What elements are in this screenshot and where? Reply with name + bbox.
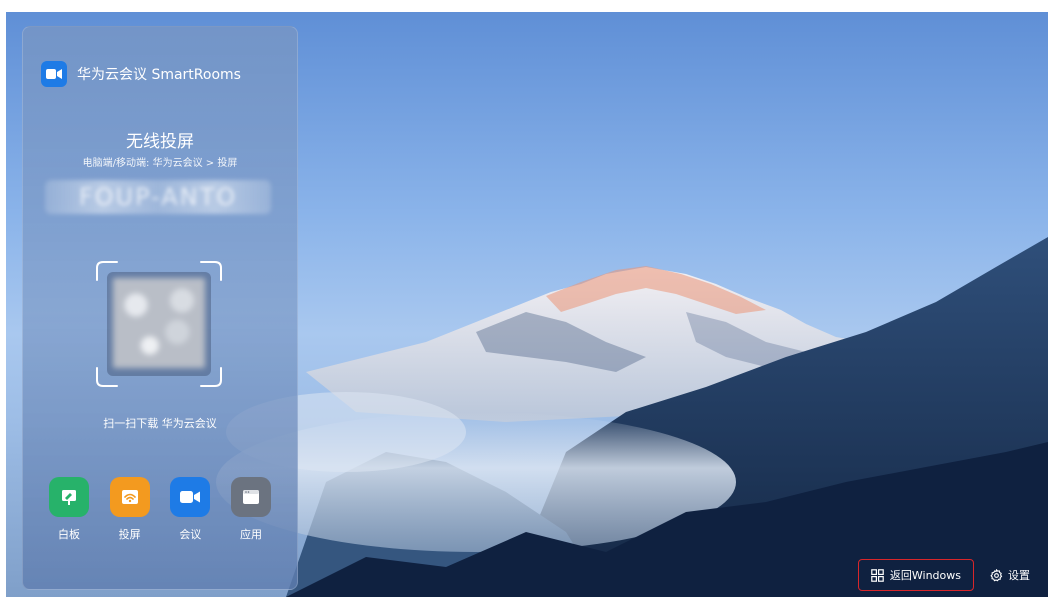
wireless-projection-icon bbox=[109, 477, 150, 517]
desktop-screen: 华为云会议 SmartRooms 无线投屏 电脑端/移动端: 华为云会议 > 投… bbox=[6, 12, 1048, 597]
app-whiteboard[interactable]: 白板 bbox=[47, 477, 91, 542]
windows-grid-icon bbox=[871, 568, 884, 582]
settings-label: 设置 bbox=[1008, 569, 1030, 582]
app-launcher: 白板 投屏 会议 应用 bbox=[47, 477, 273, 542]
app-meeting[interactable]: 会议 bbox=[168, 477, 212, 542]
brand-header: 华为云会议 SmartRooms bbox=[41, 61, 241, 87]
brand-name: 华为云会议 SmartRooms bbox=[77, 67, 241, 83]
apps-window-icon bbox=[230, 477, 271, 517]
projection-title: 无线投屏 bbox=[126, 132, 194, 152]
app-label: 应用 bbox=[239, 528, 262, 541]
qr-code-area bbox=[95, 260, 223, 388]
qr-code-image bbox=[113, 278, 205, 368]
app-label: 投屏 bbox=[118, 528, 141, 541]
app-applications[interactable]: 应用 bbox=[229, 477, 273, 542]
video-camera-icon bbox=[41, 61, 67, 87]
settings-button[interactable]: 设置 bbox=[986, 560, 1034, 590]
qr-caption: 扫一扫下载 华为云会议 bbox=[103, 417, 217, 430]
video-camera-icon bbox=[170, 477, 211, 517]
smartrooms-panel: 华为云会议 SmartRooms 无线投屏 电脑端/移动端: 华为云会议 > 投… bbox=[22, 26, 298, 590]
whiteboard-icon bbox=[49, 477, 89, 517]
return-windows-button[interactable]: 返回Windows bbox=[857, 559, 974, 591]
bottom-bar: 返回Windows 设置 bbox=[857, 559, 1034, 591]
return-windows-label: 返回Windows bbox=[889, 569, 961, 582]
projection-instructions: 电脑端/移动端: 华为云会议 > 投屏 bbox=[82, 158, 238, 169]
app-label: 白板 bbox=[58, 528, 80, 541]
gear-icon bbox=[990, 568, 1003, 581]
app-label: 会议 bbox=[179, 528, 202, 541]
app-projection[interactable]: 投屏 bbox=[108, 477, 152, 542]
device-code: FOUP-ANTO bbox=[45, 180, 271, 214]
